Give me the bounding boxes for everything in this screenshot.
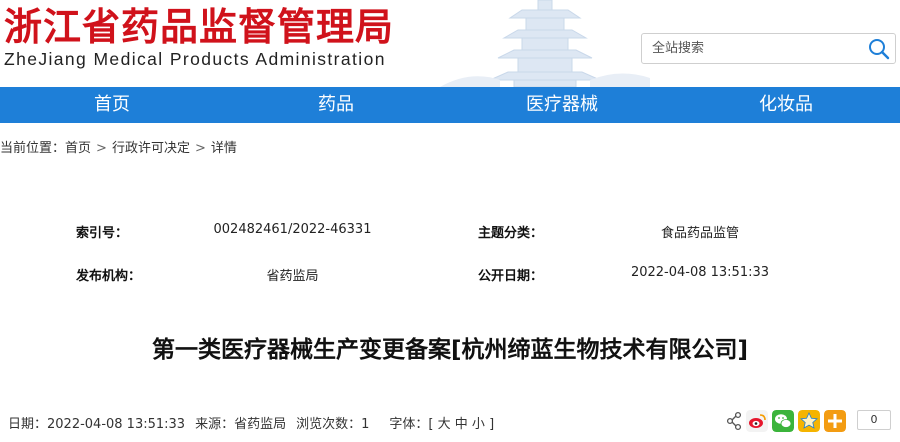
search-icon[interactable]	[867, 37, 891, 61]
qzone-icon[interactable]	[798, 410, 820, 432]
meta-publish-date-value: 2022-04-08 13:51:33	[630, 265, 770, 280]
share-count: 0	[857, 410, 891, 430]
site-logo-subtitle: ZheJiang Medical Products Administration	[4, 49, 386, 69]
pagoda-watermark-icon	[440, 0, 650, 87]
meta-publisher-value: 省药监局	[266, 269, 319, 284]
article-view-count: 浏览次数：1	[296, 417, 370, 432]
breadcrumb-separator: >	[96, 141, 107, 156]
article-source: 来源：省药监局	[195, 417, 287, 432]
font-size-label: 字体：[	[389, 417, 434, 432]
meta-topic-value: 食品药品监管	[660, 226, 739, 241]
breadcrumb-separator: >	[194, 141, 206, 156]
nav-item-home[interactable]: 首页	[42, 87, 182, 123]
meta-index-value: 002482461/2022-46331	[213, 222, 372, 237]
weibo-icon[interactable]	[746, 410, 768, 432]
meta-index-label: 索引号：	[76, 226, 129, 241]
meta-publisher-label: 发布机构：	[76, 269, 142, 284]
breadcrumb-prefix: 当前位置：	[0, 141, 66, 156]
font-size-medium[interactable]: 中	[455, 417, 468, 432]
font-size-small[interactable]: 小	[472, 417, 485, 432]
breadcrumb-item-home[interactable]: 首页	[65, 141, 91, 156]
search-box	[641, 33, 896, 64]
article-date: 日期：2022-04-08 13:51:33	[8, 417, 186, 432]
meta-topic-label: 主题分类：	[478, 226, 544, 241]
main-nav: 首页 药品 医疗器械 化妆品	[0, 87, 900, 123]
breadcrumb: 当前位置：首页 > 行政许可决定 > 详情	[0, 137, 237, 156]
article-info-bar: 日期：2022-04-08 13:51:33 来源：省药监局 浏览次数：1 字体：[ …	[8, 413, 494, 432]
breadcrumb-item-detail: 详情	[210, 141, 237, 156]
share-icon	[726, 411, 742, 431]
nav-item-drugs[interactable]: 药品	[266, 87, 406, 123]
nav-item-medical-devices[interactable]: 医疗器械	[492, 87, 632, 123]
more-share-icon[interactable]	[824, 410, 846, 432]
nav-item-cosmetics[interactable]: 化妆品	[716, 87, 856, 123]
breadcrumb-item-license-decisions[interactable]: 行政许可决定	[112, 141, 190, 156]
site-logo-title[interactable]: 浙江省药品监督管理局	[4, 4, 394, 50]
meta-publish-date-label: 公开日期：	[478, 269, 544, 284]
search-input[interactable]	[652, 34, 862, 63]
wechat-icon[interactable]	[772, 410, 794, 432]
document-title: 第一类医疗器械生产变更备案[杭州缔蓝生物技术有限公司]	[151, 337, 749, 363]
font-size-large[interactable]: 大	[438, 417, 451, 432]
font-size-bracket: ]	[489, 417, 495, 432]
site-header: 浙江省药品监督管理局 ZheJiang Medical Products Adm…	[0, 0, 900, 87]
